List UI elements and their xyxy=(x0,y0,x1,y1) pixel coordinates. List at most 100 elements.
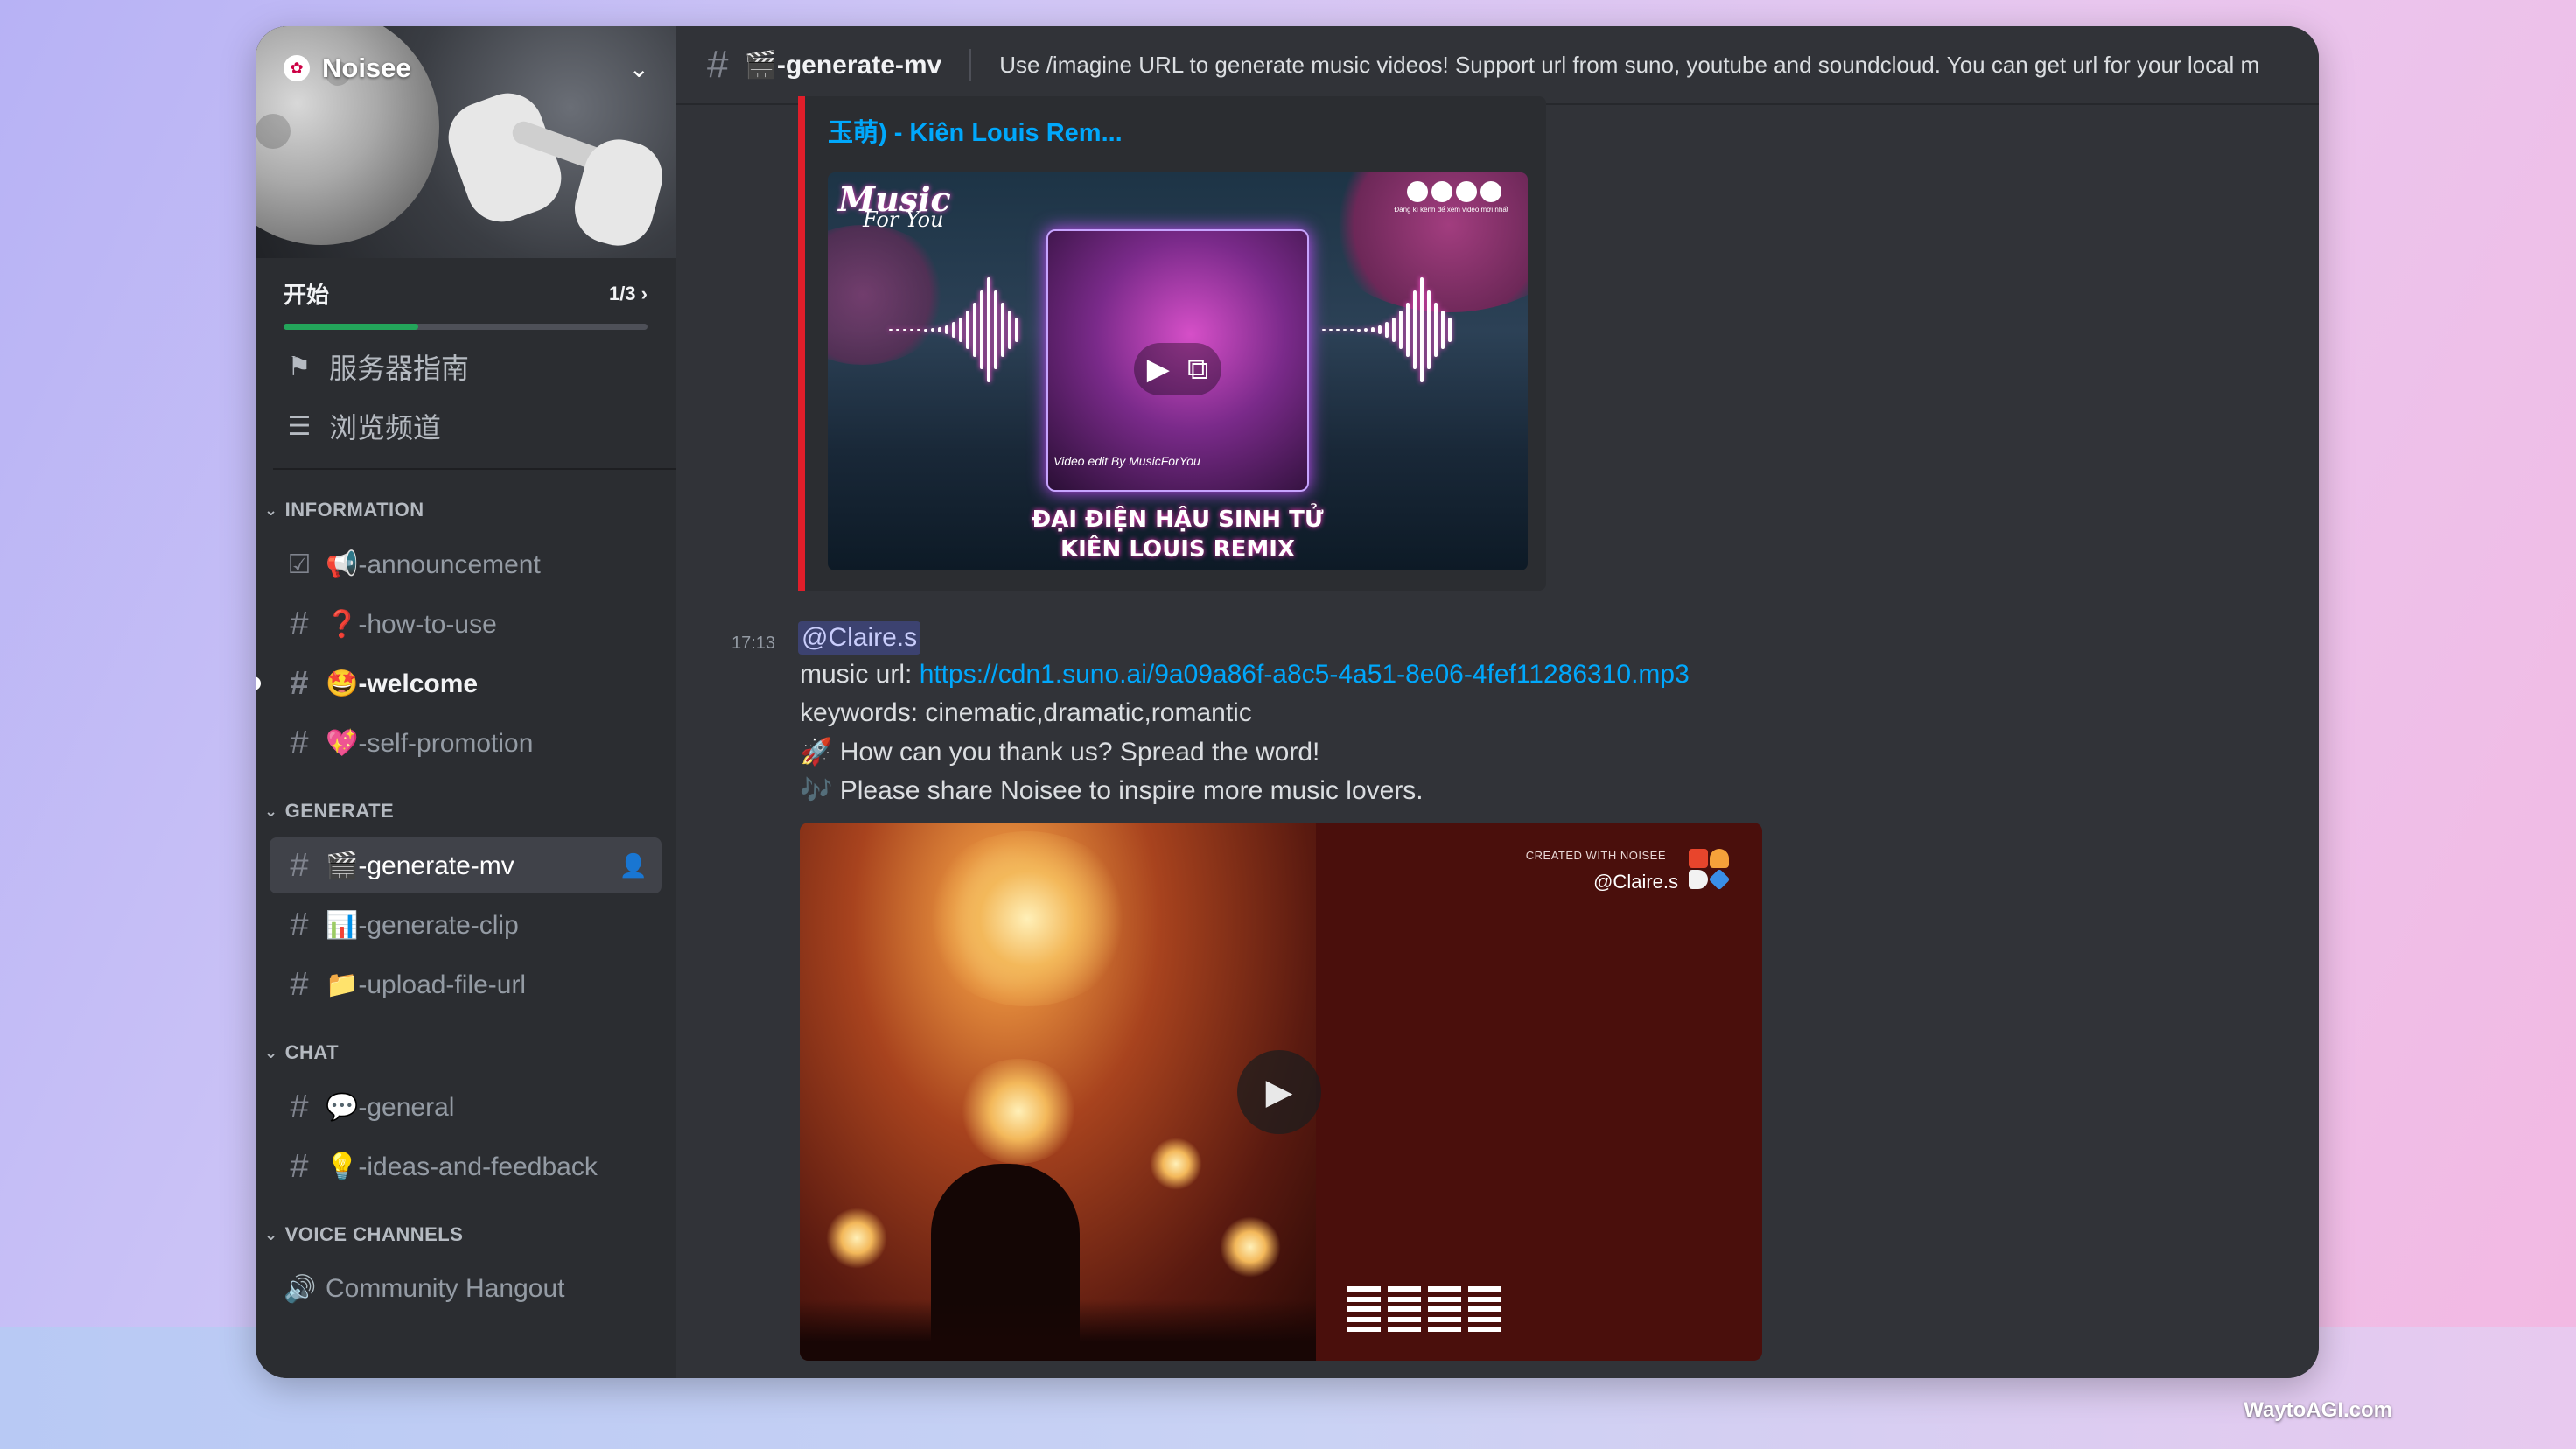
waveform-bar xyxy=(1364,328,1368,332)
nav-server-guide[interactable]: ⚑ 服务器指南 xyxy=(256,337,676,396)
channel-generate-clip[interactable]: # 📊-generate-clip xyxy=(270,897,662,953)
noisee-logo-icon xyxy=(1689,849,1731,891)
channel-upload-file-url[interactable]: # 📁-upload-file-url xyxy=(270,956,662,1012)
chevron-down-icon: ⌄ xyxy=(264,1043,278,1061)
embed-title-link[interactable]: 玉萌) - Kiên Louis Rem... xyxy=(828,112,1123,149)
waveform-bar xyxy=(994,290,998,369)
music-url-link[interactable]: https://cdn1.suno.ai/9a09a86f-a8c5-4a51-… xyxy=(920,660,1690,689)
nav-browse-channels[interactable]: ☰ 浏览频道 xyxy=(256,396,676,456)
onboarding-progress-bar xyxy=(284,324,648,330)
waveform-bar xyxy=(1015,318,1018,342)
header-divider xyxy=(970,49,972,80)
waveform-bar xyxy=(1001,303,1004,357)
server-header[interactable]: ✿ Noisee ⌄ xyxy=(284,44,649,93)
hash-icon: # xyxy=(707,43,729,86)
astronaut-illustration xyxy=(438,83,571,232)
chevron-right-icon: › xyxy=(640,282,648,304)
waveform-bar xyxy=(1336,329,1340,331)
voice-channel-community-hangout[interactable]: 🔊 Community Hangout xyxy=(270,1261,662,1317)
channel-announcement[interactable]: ☑ 📢-announcement xyxy=(270,536,662,592)
channel-label: 💖-self-promotion xyxy=(326,728,534,758)
channel-ideas-and-feedback[interactable]: # 💡-ideas-and-feedback xyxy=(270,1138,662,1194)
user-mention[interactable]: @Claire.s xyxy=(798,621,921,654)
channel-label: ❓-how-to-use xyxy=(326,609,497,639)
category-generate[interactable]: ⌄ GENERATE xyxy=(256,787,676,836)
chandelier xyxy=(1220,1216,1281,1278)
music-notes-icon: 🎶 xyxy=(800,776,833,805)
waveform-bar xyxy=(1434,303,1438,357)
channel-topic[interactable]: Use /imagine URL to generate music video… xyxy=(999,52,2259,79)
channel-generate-mv[interactable]: # 🎬-generate-mv 👤 xyxy=(270,837,662,893)
video-play-controls[interactable]: ▶ ⧉ xyxy=(1134,343,1222,396)
channel-label: 📢-announcement xyxy=(326,550,541,579)
equalizer-icon xyxy=(1348,1286,1502,1332)
server-name: Noisee xyxy=(322,52,411,83)
waveform-bar xyxy=(959,318,962,342)
equalizer-bar xyxy=(1388,1286,1421,1332)
waveform-bar xyxy=(1441,311,1445,349)
add-member-icon[interactable]: 👤 xyxy=(620,852,648,879)
onboarding-progress[interactable]: 开始 1/3 › xyxy=(256,258,676,337)
server-icon: ✿ xyxy=(284,55,310,81)
channel-general[interactable]: # 💬-general xyxy=(270,1079,662,1135)
chevron-down-icon[interactable]: ⌄ xyxy=(629,54,649,83)
hash-icon: # xyxy=(290,724,309,761)
browse-channels-icon: ☰ xyxy=(287,411,312,441)
chevron-down-icon: ⌄ xyxy=(264,500,278,519)
open-external-icon[interactable]: ⧉ xyxy=(1187,353,1208,387)
hash-icon: # xyxy=(290,906,309,943)
channel-label: Community Hangout xyxy=(326,1274,565,1303)
crowd-silhouette xyxy=(800,1299,1316,1361)
channel-how-to-use[interactable]: # ❓-how-to-use xyxy=(270,596,662,652)
category-information[interactable]: ⌄ INFORMATION xyxy=(256,486,676,535)
channel-label: 📊-generate-clip xyxy=(326,910,519,940)
channel-label: 🤩-welcome xyxy=(326,668,479,698)
hash-icon: # xyxy=(290,1088,309,1125)
category-voice-channels[interactable]: ⌄ VOICE CHANNELS xyxy=(256,1210,676,1259)
channel-label: 🎬-generate-mv xyxy=(326,850,514,880)
play-icon[interactable]: ▶ xyxy=(1266,1072,1293,1112)
music-for-you-logo-sub: For You xyxy=(863,207,944,232)
generated-video-attachment[interactable]: CREATED WITH NOISEE @Claire.s ▶ xyxy=(800,822,1762,1361)
nav-server-guide-label: 服务器指南 xyxy=(329,353,470,384)
category-chat[interactable]: ⌄ CHAT xyxy=(256,1028,676,1077)
chandelier xyxy=(957,1059,1080,1164)
waveform-bar xyxy=(1008,311,1012,349)
play-icon[interactable]: ▶ xyxy=(1147,352,1170,387)
waveform-bar xyxy=(952,322,956,338)
waveform-bar xyxy=(924,328,928,332)
chat-main: # 🎬-generate-mv Use /imagine URL to gene… xyxy=(676,26,2319,1378)
equalizer-bar xyxy=(1348,1286,1381,1332)
waveform-bar xyxy=(1350,329,1354,331)
channel-label: 📁-upload-file-url xyxy=(326,970,527,999)
onboarding-progress-fill xyxy=(284,324,418,330)
waveform-bar xyxy=(910,329,914,331)
waveform-bar xyxy=(1399,311,1403,349)
channel-self-promotion[interactable]: # 💖-self-promotion xyxy=(270,715,662,771)
play-button[interactable]: ▶ xyxy=(1237,1050,1321,1134)
signpost-icon: ⚑ xyxy=(287,352,312,382)
keywords-line: keywords: cinematic,dramatic,romantic xyxy=(800,698,1252,727)
onboarding-label: 开始 xyxy=(284,282,330,308)
thank-line: 🚀 How can you thank us? Spread the word! xyxy=(800,738,1320,766)
chevron-down-icon: ⌄ xyxy=(264,1225,278,1243)
hash-icon: # xyxy=(290,846,309,884)
chevron-down-icon: ⌄ xyxy=(264,802,278,820)
social-caption: Đăng kí kênh để xem video mới nhất xyxy=(1394,206,1508,214)
waveform-bar xyxy=(1357,328,1361,332)
waveform-bar xyxy=(903,329,906,331)
waveform-bar xyxy=(1371,327,1375,332)
waveform-bar xyxy=(1343,329,1347,331)
waveform-bar xyxy=(1427,290,1431,369)
waveform-bar xyxy=(896,329,900,331)
nav-browse-channels-label: 浏览频道 xyxy=(329,412,442,444)
channel-title: 🎬-generate-mv xyxy=(744,50,942,80)
music-url-line: music url: https://cdn1.suno.ai/9a09a86f… xyxy=(800,660,1690,689)
waveform-right xyxy=(1322,277,1452,382)
embed-video-thumbnail[interactable]: Music For You Đăng kí kênh để xem video … xyxy=(828,172,1528,570)
video-embed: 玉萌) - Kiên Louis Rem... Music For You Đă… xyxy=(798,96,1546,591)
waveform-bar xyxy=(945,326,948,334)
waveform-bar xyxy=(1406,303,1410,357)
channel-welcome[interactable]: # 🤩-welcome xyxy=(256,655,662,711)
message-list[interactable]: 玉萌) - Kiên Louis Rem... Music For You Đă… xyxy=(676,96,2319,1378)
